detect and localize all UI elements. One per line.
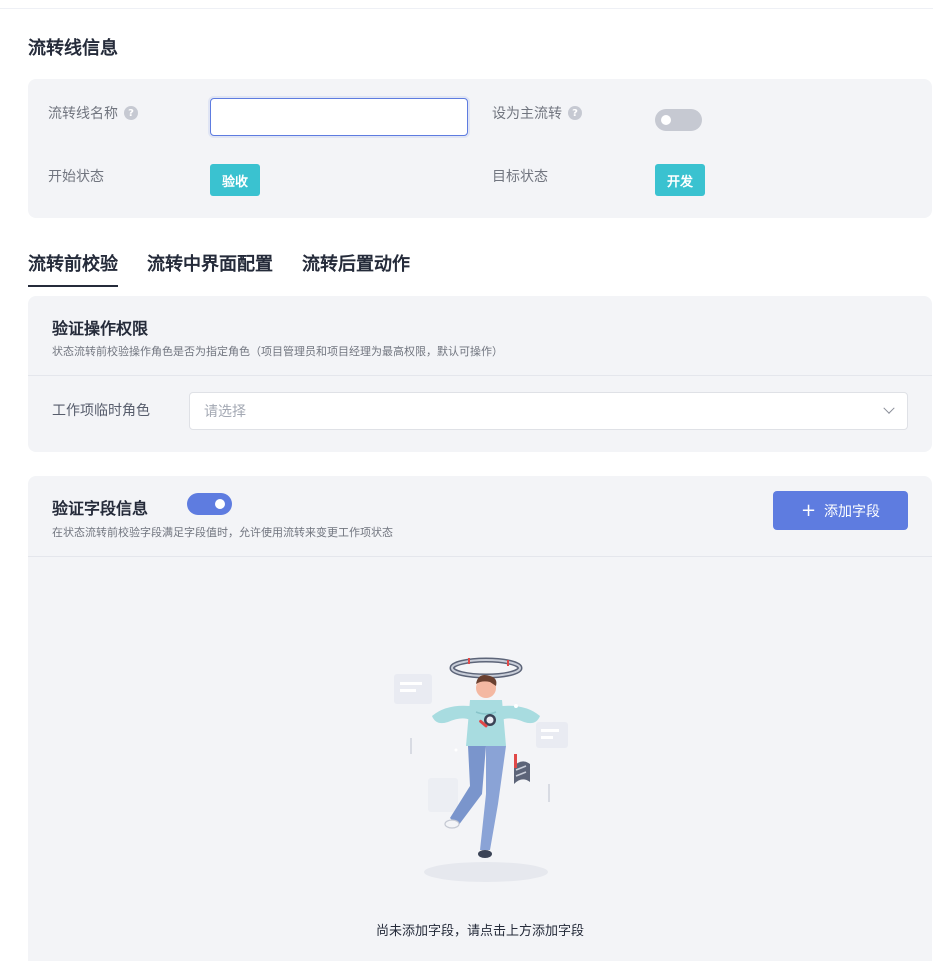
field-validation-toggle[interactable]	[187, 493, 232, 515]
section-title: 流转线信息	[28, 38, 118, 59]
permission-title: 验证操作权限	[52, 319, 149, 338]
start-state-label: 开始状态	[48, 169, 104, 185]
add-field-label: 添加字段	[824, 503, 881, 520]
target-state-label: 目标状态	[492, 169, 548, 185]
top-divider	[0, 8, 933, 9]
tab-post-actions[interactable]: 流转后置动作	[302, 250, 410, 287]
help-icon[interactable]: ?	[124, 106, 138, 120]
field-info-description: 在状态流转前校验字段满足字段值时，允许使用流转来变更工作项状态	[52, 526, 393, 539]
chevron-down-icon	[883, 402, 895, 414]
tab-pre-validation[interactable]: 流转前校验	[28, 250, 118, 287]
empty-state-illustration-icon	[394, 657, 568, 882]
permission-card: 验证操作权限 状态流转前校验操作角色是否为指定角色（项目管理员和项目经理为最高权…	[28, 296, 932, 452]
tab-ui-config[interactable]: 流转中界面配置	[147, 250, 273, 287]
role-select[interactable]: 请选择	[189, 392, 908, 430]
field-validation-card: 验证字段信息 在状态流转前校验字段满足字段值时，允许使用流转来变更工作项状态 +…	[28, 476, 932, 961]
main-flow-label: 设为主流转	[492, 106, 562, 122]
permission-description: 状态流转前校验操作角色是否为指定角色（项目管理员和项目经理为最高权限，默认可操作…	[52, 345, 503, 358]
empty-state-text: 尚未添加字段，请点击上方添加字段	[375, 924, 584, 939]
role-label: 工作项临时角色	[52, 403, 150, 419]
add-field-button[interactable]: + 添加字段	[773, 491, 908, 530]
start-state-tag[interactable]: 验收	[210, 164, 261, 196]
main-flow-toggle[interactable]	[655, 109, 702, 131]
toggle-knob	[661, 115, 671, 125]
flow-info-card: 流转线名称 ? 设为主流转 ? 开始状态 验收 目标状态 开发	[28, 79, 932, 218]
main-flow-label-group: 设为主流转 ?	[492, 103, 582, 123]
card-divider	[28, 556, 932, 557]
config-tabs: 流转前校验 流转中界面配置 流转后置动作	[28, 250, 410, 287]
plus-icon: +	[800, 499, 817, 521]
role-select-placeholder: 请选择	[204, 404, 246, 420]
toggle-knob	[215, 499, 225, 509]
flow-name-input[interactable]	[210, 98, 468, 136]
flow-name-label: 流转线名称	[48, 106, 118, 122]
help-icon[interactable]: ?	[568, 106, 582, 120]
target-state-tag[interactable]: 开发	[655, 164, 706, 196]
card-divider	[28, 375, 932, 376]
field-info-title: 验证字段信息	[52, 499, 149, 518]
flow-name-label-group: 流转线名称 ?	[48, 103, 138, 123]
